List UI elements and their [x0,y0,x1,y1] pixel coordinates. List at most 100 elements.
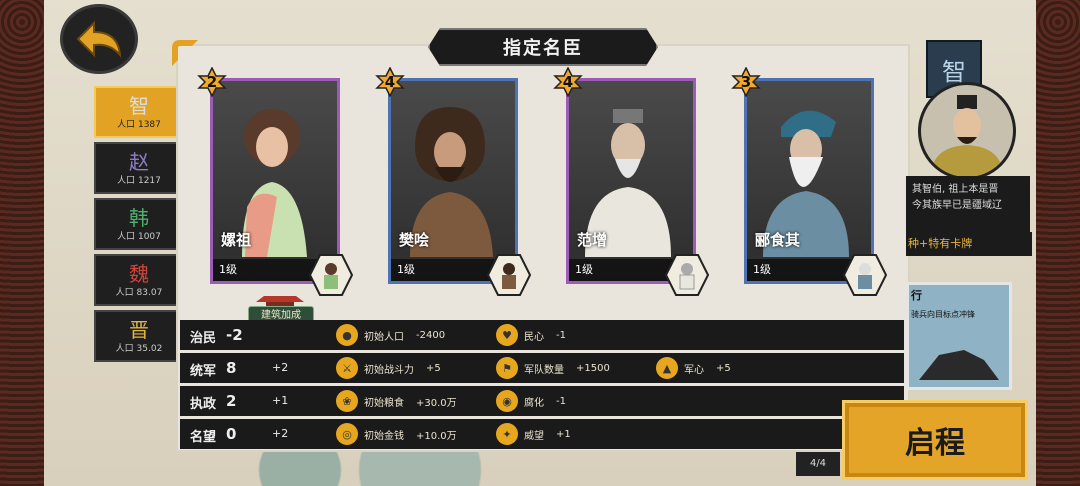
cost-value: 2 [206,73,218,91]
effect-value: +1 [556,428,571,440]
stat-row-prestige: 名望 0 +2 ◎ 初始金钱 +10.0万 ✦ 威望 +1 [180,419,904,449]
stat-row-military: 统军 8 +2 ⚔ 初始战斗力 +5 ⚑ 军队数量 +1500 ▲ 军心 +5 [180,353,904,383]
effect-label: 军队数量 [524,364,564,376]
mini-avatar-icon [843,254,887,296]
corruption-icon: ◉ [496,390,518,412]
cavalry-icon [919,350,999,380]
stat-value: 2 [226,392,237,410]
kingdom-name: 赵 [129,149,149,174]
effect-item: ● 初始人口 -2400 [336,324,445,346]
kingdom-zhao[interactable]: 赵 人口 1217 [94,142,184,194]
stat-bonus: +1 [272,394,289,407]
kingdom-name: 智 [129,93,149,118]
kingdom-list: 智 人口 1387 赵 人口 1217 韩 人口 1007 魏 人口 83.07… [94,86,184,362]
cost-badge: 4 [375,67,405,97]
minister-name: 嫘祖 [221,231,252,249]
coin-icon: ◎ [336,423,358,445]
description-line: 今其族早已是疆域辽 [912,200,1002,211]
minister-name: 郦食其 [755,231,801,249]
preview-description: 骑兵向目标点冲锋 [911,310,975,319]
effect-item: ▲ 军心 +5 [656,357,731,379]
cost-value: 3 [740,73,752,91]
effect-value: -1 [556,329,566,341]
kingdom-name: 晋 [129,317,149,342]
combat-icon: ⚔ [336,357,358,379]
mini-avatar-icon [665,254,709,296]
corner-ornament-icon [172,40,198,66]
back-button[interactable] [60,4,138,74]
kingdom-wei[interactable]: 魏 人口 83.07 [94,254,184,306]
effect-label: 初始粮食 [364,397,404,409]
effect-label: 初始金钱 [364,430,404,442]
grain-icon: ❀ [336,390,358,412]
kingdom-jin[interactable]: 晋 人口 35.02 [94,310,184,362]
morale-icon: ♥ [496,324,518,346]
leader-portrait-image [931,95,1003,177]
stat-value: -2 [226,326,243,344]
kingdom-population: 人口 83.07 [115,287,163,298]
stats-table: 治民 -2 ● 初始人口 -2400 ♥ 民心 -1 统军 8 +2 ⚔ 初始战… [180,320,904,452]
start-journey-button[interactable]: 启程 [842,400,1028,480]
minister-card-leizu[interactable]: 嫘祖 1级 2 [197,67,353,296]
effect-value: +1500 [576,362,610,374]
effect-value: +10.0万 [416,430,457,442]
kingdom-population: 人口 1217 [117,175,161,186]
effect-item: ◎ 初始金钱 +10.0万 [336,423,457,445]
effect-item: ❀ 初始粮食 +30.0万 [336,390,457,412]
effect-label: 腐化 [524,397,544,409]
cost-value: 4 [384,73,396,91]
minister-name: 范增 [577,231,608,249]
effect-value: -1 [556,395,566,407]
stat-name: 治民 [190,331,217,346]
effect-item: ◉ 腐化 -1 [496,390,566,412]
prestige-icon: ✦ [496,423,518,445]
skill-card-preview[interactable]: 行 骑兵向目标点冲锋 [906,282,1012,390]
stat-value: 8 [226,359,237,377]
kingdom-name: 魏 [129,261,149,286]
back-arrow-icon [76,20,122,59]
effect-label: 威望 [524,430,544,442]
effect-item: ✦ 威望 +1 [496,423,571,445]
kingdom-population: 人口 1387 [117,119,161,130]
effect-label: 民心 [524,331,544,343]
right-border [1036,0,1080,486]
kingdom-name: 韩 [129,205,149,230]
stat-row-governance: 治民 -2 ● 初始人口 -2400 ♥ 民心 -1 [180,320,904,350]
minister-card-liyiji[interactable]: 郦食其 1级 3 [731,67,887,296]
page-title: 指定名臣 [428,28,658,66]
army-morale-icon: ▲ [656,357,678,379]
cost-badge: 4 [553,67,583,97]
stat-name: 名望 [190,430,217,445]
troops-icon: ⚑ [496,357,518,379]
mini-avatar-icon [309,254,353,296]
effect-value: +5 [426,362,441,374]
faction-description: 其智伯, 祖上本是晋 今其族早已是疆域辽 [906,176,1030,232]
minister-card-fanzeng[interactable]: 范增 1级 4 [553,67,709,296]
stat-bonus: +2 [272,427,289,440]
stat-name: 执政 [190,397,217,412]
stat-value: 0 [226,425,237,443]
minister-card-fankuai[interactable]: 樊哙 1级 4 [375,67,531,296]
effect-item: ⚔ 初始战斗力 +5 [336,357,441,379]
kingdom-zhi[interactable]: 智 人口 1387 [94,86,184,138]
cost-badge: 3 [731,67,761,97]
effect-label: 军心 [684,364,704,376]
minister-name: 樊哙 [399,231,430,249]
population-icon: ● [336,324,358,346]
effect-value: -2400 [416,329,446,341]
description-line: 其智伯, 祖上本是晋 [912,184,999,195]
stat-name: 统军 [190,364,217,379]
special-card-text: 种+特有卡牌 [906,232,1032,256]
cost-value: 4 [562,73,574,91]
stat-row-administration: 执政 2 +1 ❀ 初始粮食 +30.0万 ◉ 腐化 -1 [180,386,904,416]
stat-bonus: +2 [272,361,289,374]
page-indicator: 4/4 [796,452,840,476]
kingdom-han[interactable]: 韩 人口 1007 [94,198,184,250]
effect-value: +30.0万 [416,397,457,409]
left-border [0,0,44,486]
kingdom-population: 人口 1007 [117,231,161,242]
effect-item: ♥ 民心 -1 [496,324,566,346]
effect-item: ⚑ 军队数量 +1500 [496,357,610,379]
effect-label: 初始战斗力 [364,364,414,376]
preview-title: 行 [911,289,922,302]
